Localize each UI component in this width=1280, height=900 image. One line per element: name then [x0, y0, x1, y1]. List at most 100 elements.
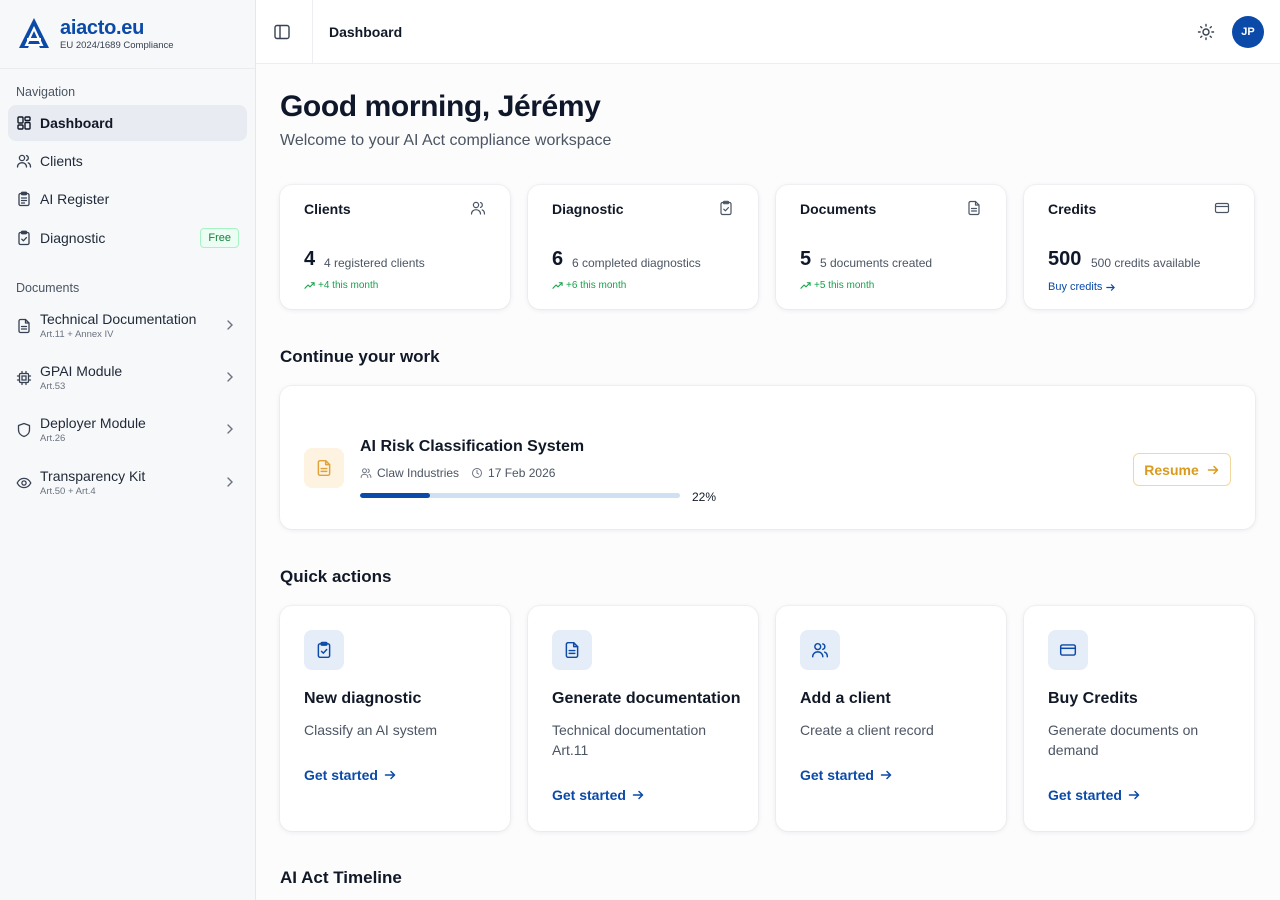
arrow-right-icon [632, 790, 644, 800]
sidebar-item-clients[interactable]: Clients [8, 143, 247, 179]
arrow-right-icon [1106, 283, 1116, 291]
stat-trend: +6 this month [552, 280, 626, 291]
get-started-link[interactable]: Get started [552, 787, 645, 803]
resume-button[interactable]: Resume [1133, 453, 1231, 486]
page-title: Dashboard [329, 24, 403, 40]
continue-work-card[interactable]: AI Risk Classification System Claw Indus… [280, 386, 1255, 529]
credit-card-icon [1214, 202, 1230, 214]
chevron-right-icon [227, 372, 233, 382]
qa-title: Buy Credits [1048, 690, 1138, 707]
arrow-right-icon [1207, 465, 1218, 474]
arrow-right-icon [1128, 790, 1140, 800]
grid-icon [16, 115, 32, 131]
progress-percent: 22% [692, 490, 717, 504]
qa-icon-box [800, 630, 840, 670]
stat-trend: +4 this month [304, 280, 378, 291]
brand-name: aiacto.eu [60, 17, 144, 39]
file-text-icon [317, 459, 331, 477]
trending-up-icon [800, 282, 811, 289]
main-content: Good morning, Jérémy Welcome to your AI … [256, 64, 1280, 900]
stat-description: 5 documents created [820, 256, 933, 270]
users-icon [16, 153, 32, 169]
progress-bar [360, 493, 680, 498]
header-divider [312, 0, 313, 64]
stat-label: Clients [304, 201, 351, 217]
clipboard-list-icon [16, 191, 32, 207]
sidebar-item-label: Diagnostic [40, 230, 106, 246]
sidebar-item-diagnostic[interactable]: Diagnostic Free [8, 220, 247, 256]
avatar[interactable]: JP [1232, 16, 1264, 48]
stat-trend-text: +4 this month [318, 280, 379, 291]
stat-card-credits: Credits 500 500 credits available Buy cr… [1024, 185, 1254, 309]
stat-value: 500 [1048, 248, 1082, 270]
sidebar-item-label: Dashboard [40, 115, 114, 131]
users-icon [470, 201, 486, 215]
stat-label: Documents [800, 201, 877, 217]
stat-value: 6 [552, 248, 564, 270]
buy-credits-label: Buy credits [1048, 281, 1103, 293]
sidebar: aiacto.eu EU 2024/1689 Compliance Naviga… [0, 0, 256, 900]
qa-description: Create a client record [800, 722, 934, 738]
users-icon [811, 642, 829, 658]
stat-card-documents: Documents 5 5 documents created +5 this … [776, 185, 1006, 309]
work-date: 17 Feb 2026 [488, 466, 556, 480]
cpu-icon [16, 370, 32, 386]
stat-value: 4 [304, 248, 316, 270]
arrow-right-icon [384, 770, 396, 780]
resume-label: Resume [1144, 461, 1199, 478]
sidebar-item-label: AI Register [40, 191, 110, 207]
file-text-icon [565, 641, 579, 659]
chevron-right-icon [227, 320, 233, 330]
stat-trend-text: +6 this month [566, 280, 627, 291]
sidebar-item-dashboard[interactable]: Dashboard [8, 105, 247, 141]
welcome-text: Welcome to your AI Act compliance worksp… [280, 132, 612, 149]
stat-card-diagnostic: Diagnostic 6 6 completed diagnostics +6 … [528, 185, 758, 309]
quick-actions-heading: Quick actions [280, 567, 392, 586]
quick-action-new-diagnostic[interactable]: New diagnostic Classify an AI system Get… [280, 606, 510, 831]
get-started-link[interactable]: Get started [1048, 787, 1141, 803]
qa-description: Classify an AI system [304, 722, 438, 738]
clipboard-check-icon [317, 641, 331, 659]
quick-action-buy-credits[interactable]: Buy Credits Generate documents on demand… [1024, 606, 1254, 831]
sidebar-item-transparency-kit[interactable]: Transparency Kit Art.50 + Art.4 [8, 460, 247, 506]
stat-label: Diagnostic [552, 201, 624, 217]
sun-icon[interactable] [1196, 22, 1216, 42]
sidebar-item-ai-register[interactable]: AI Register [8, 181, 247, 217]
sidebar-item-deployer-module[interactable]: Deployer Module Art.26 [8, 407, 247, 453]
work-icon-box [304, 448, 344, 488]
qa-icon-box [304, 630, 344, 670]
qa-icon-box [552, 630, 592, 670]
qa-title: Generate documentation [552, 690, 741, 707]
continue-work-heading: Continue your work [280, 347, 440, 366]
sidebar-item-label: Clients [40, 153, 83, 169]
qa-icon-box [1048, 630, 1088, 670]
stat-label: Credits [1048, 201, 1097, 217]
timeline-heading: AI Act Timeline [280, 868, 402, 887]
top-bar: Dashboard JP [256, 0, 1280, 64]
qa-title: Add a client [800, 690, 891, 707]
sidebar-toggle-icon[interactable] [272, 22, 292, 42]
get-started-label: Get started [552, 787, 626, 803]
stat-card-clients: Clients 4 4 registered clients +4 this m… [280, 185, 510, 309]
sidebar-item-gpai-module[interactable]: GPAI Module Art.53 [8, 355, 247, 401]
eye-icon [16, 475, 32, 491]
sidebar-item-technical-documentation[interactable]: Technical Documentation Art.11 + Annex I… [8, 303, 247, 349]
arrow-right-icon [880, 770, 892, 780]
doc-item-subtitle: Art.50 + Art.4 [40, 486, 96, 497]
shield-icon [16, 422, 32, 438]
chevron-right-icon [227, 424, 233, 434]
brand[interactable]: aiacto.eu EU 2024/1689 Compliance [0, 0, 255, 69]
nav-section-title: Navigation [16, 85, 76, 99]
greeting-heading: Good morning, Jérémy [280, 90, 601, 123]
get-started-link[interactable]: Get started [800, 767, 893, 783]
quick-action-generate-documentation[interactable]: Generate documentation Technical documen… [528, 606, 758, 831]
qa-description: Technical documentation Art.11 [552, 722, 707, 758]
get-started-label: Get started [304, 767, 378, 783]
users-icon [360, 468, 372, 478]
get-started-link[interactable]: Get started [304, 767, 397, 783]
stat-trend: +5 this month [800, 280, 874, 291]
doc-item-subtitle: Art.53 [40, 381, 66, 392]
brand-subtitle: EU 2024/1689 Compliance [60, 40, 174, 51]
buy-credits-link[interactable]: Buy credits [1048, 281, 1116, 293]
quick-action-add-client[interactable]: Add a client Create a client record Get … [776, 606, 1006, 831]
